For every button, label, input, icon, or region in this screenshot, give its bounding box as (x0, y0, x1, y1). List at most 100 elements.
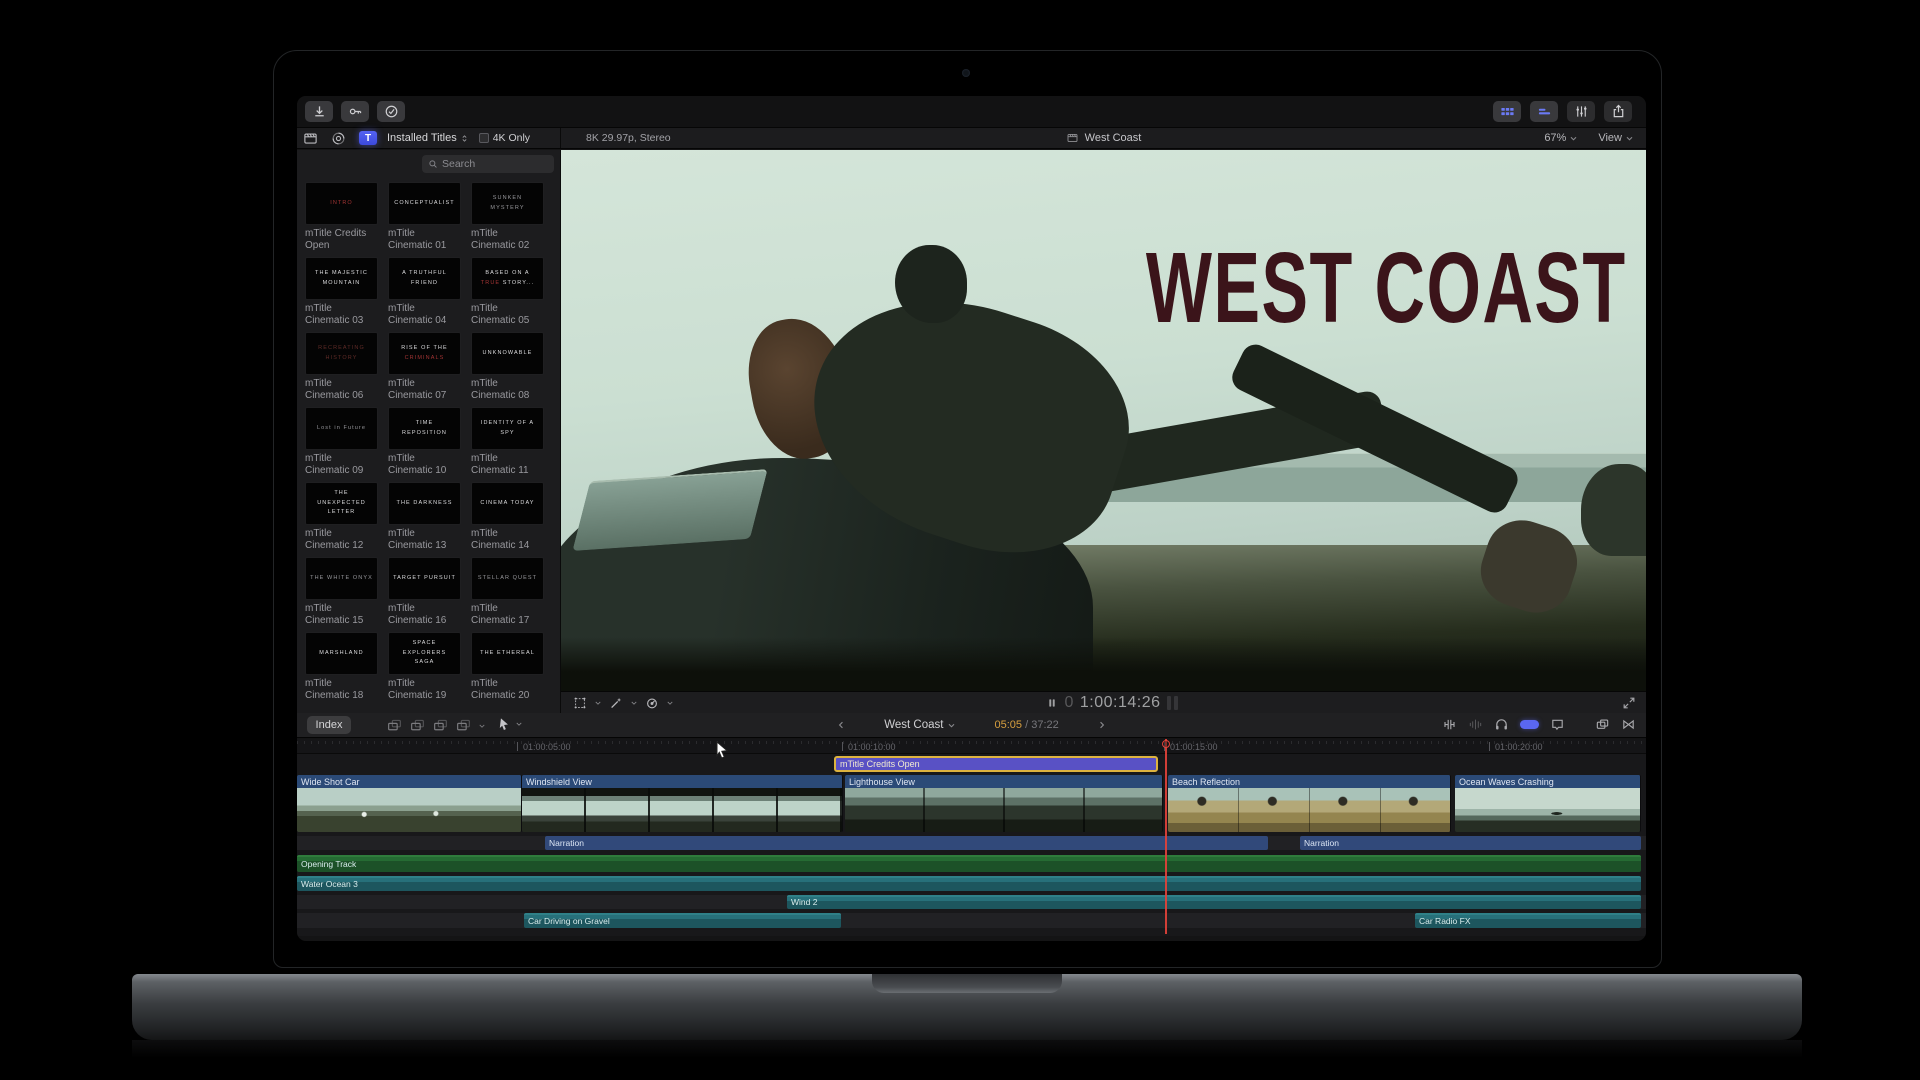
title-card[interactable]: THE UNEXPECTED LETTERmTitle Cinematic 12 (305, 482, 378, 551)
playhead[interactable] (1165, 739, 1167, 934)
title-card[interactable]: THE ETHEREALmTitle Cinematic 20 (471, 632, 544, 701)
show-browser-button[interactable] (1493, 101, 1521, 122)
video-clip[interactable]: Wide Shot Car (297, 775, 522, 832)
viewer-canvas[interactable]: WEST COAST (561, 150, 1646, 691)
snapping-toggle[interactable] (1520, 720, 1539, 729)
view-select[interactable]: View (1598, 132, 1634, 144)
title-card[interactable]: THE MAJESTIC MOUNTAIN mTitle Cinematic 03 (305, 257, 378, 326)
title-card[interactable]: STELLAR QUESTmTitle Cinematic 17 (471, 557, 544, 626)
video-clip[interactable]: Lighthouse View (845, 775, 1163, 832)
title-card[interactable]: CINEMA TODAYmTitle Cinematic 14 (471, 482, 544, 551)
title-thumbnail[interactable]: CONCEPTUALIST (388, 182, 461, 225)
search-input[interactable]: Search (422, 155, 554, 173)
checkbox[interactable] (479, 133, 489, 143)
title-thumbnail[interactable]: THE UNEXPECTED LETTER (305, 482, 378, 525)
title-name: mTitle Cinematic 03 (305, 303, 378, 326)
macbook-base (132, 974, 1802, 1040)
fullscreen-icon[interactable] (1622, 696, 1636, 710)
keyword-editor-button[interactable] (341, 101, 369, 122)
title-thumbnail[interactable]: STELLAR QUEST (471, 557, 544, 600)
4k-only-label: 4K Only (493, 132, 530, 144)
audio-clip[interactable]: Wind 2 (787, 895, 1641, 909)
title-card[interactable]: CONCEPTUALIST mTitle Cinematic 01 (388, 182, 461, 251)
title-card[interactable]: SUNKEN MYSTERY mTitle Cinematic 02 (471, 182, 544, 251)
title-name: mTitle Cinematic 09 (305, 453, 378, 476)
title-thumbnail[interactable]: TARGET PURSUIT (388, 557, 461, 600)
title-thumbnail[interactable]: THE DARKNESS (388, 482, 461, 525)
clip-appearance-icon[interactable] (1595, 717, 1610, 732)
title-thumbnail[interactable]: RISE OF THE CRIMINALS (388, 332, 461, 375)
title-card[interactable]: TIME REPOSITIONmTitle Cinematic 10 (388, 407, 461, 476)
title-thumbnail[interactable]: IDENTITY OF A SPY (471, 407, 544, 450)
trim-tool-icon[interactable] (1442, 717, 1457, 732)
video-clip[interactable]: Beach Reflection (1168, 775, 1451, 832)
audio-clip[interactable]: Car Radio FX (1415, 913, 1641, 928)
title-card[interactable]: SPACE EXPLORERS SAGAmTitle Cinematic 19 (388, 632, 461, 701)
zoom-select[interactable]: 67% (1544, 132, 1578, 144)
title-thumbnail[interactable]: Lost in Future (305, 407, 378, 450)
background-tasks-button[interactable] (377, 101, 405, 122)
title-thumbnail[interactable]: RECREATING HISTORY (305, 332, 378, 375)
pause-icon[interactable] (1046, 697, 1058, 709)
title-thumbnail[interactable]: SUNKEN MYSTERY (471, 182, 544, 225)
title-card[interactable]: BASED ON A TRUE STORY...mTitle Cinematic… (471, 257, 544, 326)
transitions-icon[interactable] (1621, 717, 1636, 732)
title-thumbnail[interactable]: A TRUTHFUL FRIEND (388, 257, 461, 300)
audio-meters[interactable] (1167, 696, 1178, 710)
title-thumbnail[interactable]: INTRO (305, 182, 378, 225)
title-card[interactable]: A TRUTHFUL FRIENDmTitle Cinematic 04 (388, 257, 461, 326)
title-thumbnail[interactable]: THE ETHEREAL (471, 632, 544, 675)
title-thumbnail[interactable]: SPACE EXPLORERS SAGA (388, 632, 461, 675)
title-thumbnail[interactable]: BASED ON A TRUE STORY... (471, 257, 544, 300)
toolbar-left-buttons (305, 101, 405, 122)
title-card[interactable]: RECREATING HISTORYmTitle Cinematic 06 (305, 332, 378, 401)
timeline-ruler[interactable]: 01:00:05:0001:00:10:0001:00:15:0001:00:2… (297, 739, 1646, 754)
title-name: mTitle Cinematic 02 (471, 228, 544, 251)
title-card[interactable]: THE DARKNESSmTitle Cinematic 13 (388, 482, 461, 551)
title-name: mTitle Cinematic 01 (388, 228, 461, 251)
title-thumbnail[interactable]: UNKNOWABLE (471, 332, 544, 375)
title-card[interactable]: RISE OF THE CRIMINALSmTitle Cinematic 07 (388, 332, 461, 401)
audio-clip-narration[interactable]: Narration (545, 836, 1268, 850)
browser-header: T Installed Titles 4K Only (297, 128, 561, 148)
chevron-down-icon (1569, 134, 1578, 143)
title-thumbnail[interactable]: TIME REPOSITION (388, 407, 461, 450)
video-clip[interactable]: Ocean Waves Crashing (1455, 775, 1641, 832)
solo-icon[interactable] (1494, 717, 1509, 732)
thumbnail-text: BASED ON A TRUE STORY... (472, 269, 543, 288)
thumbnail-text: THE MAJESTIC MOUNTAIN (306, 269, 377, 288)
share-button[interactable] (1604, 101, 1632, 122)
title-thumbnail[interactable]: THE WHITE ONYX (305, 557, 378, 600)
audio-clip[interactable]: Opening Track (297, 855, 1641, 872)
title-card[interactable]: UNKNOWABLEmTitle Cinematic 08 (471, 332, 544, 401)
installed-titles-dropdown[interactable]: Installed Titles (387, 132, 469, 144)
title-card[interactable]: TARGET PURSUITmTitle Cinematic 16 (388, 557, 461, 626)
media-browser-tab[interactable] (303, 131, 318, 146)
import-media-button[interactable] (305, 101, 333, 122)
4k-only-checkbox[interactable]: 4K Only (479, 132, 530, 144)
previous-project-button[interactable] (836, 720, 846, 730)
title-card[interactable]: Lost in Future mTitle Cinematic 09 (305, 407, 378, 476)
title-card[interactable]: IDENTITY OF A SPYmTitle Cinematic 11 (471, 407, 544, 476)
audio-clip[interactable]: Water Ocean 3 (297, 876, 1641, 891)
audio-skimming-icon[interactable] (1468, 717, 1483, 732)
inspector-button[interactable] (1567, 101, 1595, 122)
marker-icon[interactable] (1550, 717, 1565, 732)
audio-clip[interactable]: Car Driving on Gravel (524, 913, 841, 928)
audio-clip-narration[interactable]: Narration (1300, 836, 1641, 850)
title-thumbnail[interactable]: CINEMA TODAY (471, 482, 544, 525)
thumbnail-text: THE UNEXPECTED LETTER (306, 489, 377, 517)
timeline-project-dropdown[interactable]: West Coast (884, 719, 956, 731)
next-project-button[interactable] (1097, 720, 1107, 730)
photos-audio-tab[interactable] (331, 131, 346, 146)
title-card[interactable]: INTROmTitle Credits Open (305, 182, 378, 251)
show-timeline-button[interactable] (1530, 101, 1558, 122)
title-thumbnail[interactable]: MARSHLAND (305, 632, 378, 675)
title-card[interactable]: THE WHITE ONYXmTitle Cinematic 15 (305, 557, 378, 626)
title-clip[interactable]: mTitle Credits Open (834, 756, 1158, 772)
title-thumbnail[interactable]: THE MAJESTIC MOUNTAIN (305, 257, 378, 300)
titles-generators-tab[interactable]: T (359, 131, 377, 145)
thumbnail-text: SPACE EXPLORERS SAGA (389, 639, 460, 667)
video-clip[interactable]: Windshield View (522, 775, 843, 832)
title-card[interactable]: MARSHLANDmTitle Cinematic 18 (305, 632, 378, 701)
